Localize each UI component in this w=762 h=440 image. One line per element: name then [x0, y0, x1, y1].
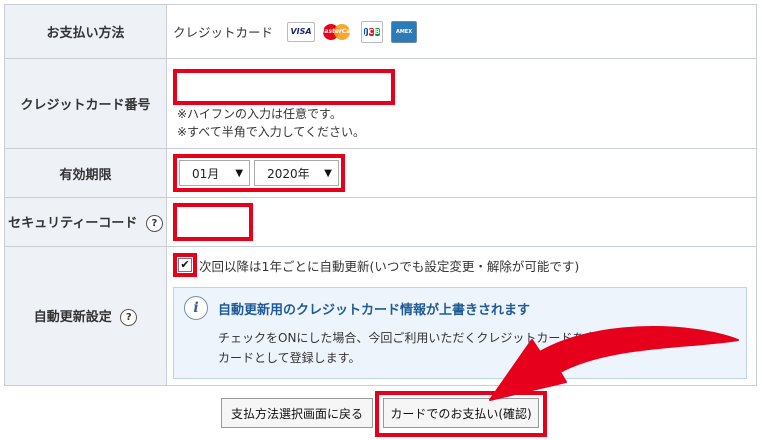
info-body-line-1: チェックをONにした場合、今回ご利用いただくクレジットカードを自動更新用のクレジ…	[218, 331, 717, 345]
info-title: 自動更新用のクレジットカード情報が上書きされます	[218, 302, 531, 318]
expiry-month-select[interactable]: 01月 ▼	[179, 160, 251, 186]
auto-renew-checkbox-highlight: ✔	[173, 253, 197, 277]
amex-logo-icon: AMEX	[391, 20, 418, 43]
value-expiry: 01月 ▼ 2020年 ▼	[166, 148, 757, 198]
row-security-code: セキュリティーコード ?	[4, 197, 757, 247]
help-icon[interactable]: ?	[145, 215, 163, 232]
value-payment-method: クレジットカード VISA MasterCard JCB AMEX	[166, 4, 757, 59]
payment-method-text: クレジットカード	[173, 25, 274, 40]
info-body: チェックをONにした場合、今回ご利用いただくクレジットカードを自動更新用のクレジ…	[218, 328, 736, 368]
visa-logo-icon: VISA	[287, 21, 316, 42]
info-header: i 自動更新用のクレジットカード情報が上書きされます	[184, 296, 736, 320]
auto-renew-checkbox[interactable]: ✔	[178, 258, 192, 272]
card-note-hyphen: ※ハイフンの入力は任意です。	[177, 106, 342, 121]
back-to-payment-select-button[interactable]: 支払方法選択画面に戻る	[221, 398, 373, 428]
label-payment-method: お支払い方法	[4, 4, 167, 59]
auto-renew-info-box: i 自動更新用のクレジットカード情報が上書きされます チェックをONにした場合、…	[173, 287, 747, 379]
label-auto-renew: 自動更新設定 ?	[4, 246, 167, 386]
auto-renew-checkbox-label[interactable]: 次回以降は1年ごとに自動更新(いつでも設定変更・解除が可能です)	[199, 256, 579, 275]
expiry-month-value: 01月	[192, 166, 220, 181]
security-code-label-text: セキュリティーコード	[8, 216, 138, 231]
dropdown-arrow-icon: ▼	[235, 167, 244, 179]
row-expiry: 有効期限 01月 ▼ 2020年 ▼	[4, 148, 757, 198]
mastercard-logo-icon: MasterCard	[318, 21, 358, 42]
expiry-year-select[interactable]: 2020年 ▼	[254, 160, 339, 186]
label-security-code: セキュリティーコード ?	[4, 197, 167, 247]
expiry-highlight: 01月 ▼ 2020年 ▼	[173, 154, 345, 192]
auto-renew-checkbox-line: ✔ 次回以降は1年ごとに自動更新(いつでも設定変更・解除が可能です)	[173, 253, 756, 277]
dropdown-arrow-icon: ▼	[324, 167, 332, 179]
auto-renew-wrap: ✔ 次回以降は1年ごとに自動更新(いつでも設定変更・解除が可能です) i 自動更…	[173, 247, 756, 379]
security-code-input[interactable]	[177, 207, 249, 237]
payment-form-table: お支払い方法 クレジットカード VISA MasterCard JCB AMEX…	[4, 4, 757, 386]
value-auto-renew: ✔ 次回以降は1年ごとに自動更新(いつでも設定変更・解除が可能です) i 自動更…	[166, 246, 757, 386]
row-auto-renew: 自動更新設定 ? ✔ 次回以降は1年ごとに自動更新(いつでも設定変更・解除が可能…	[4, 246, 757, 386]
mastercard-logo-text: MasterCard	[318, 28, 358, 35]
check-icon: ✔	[180, 258, 190, 271]
payment-method-wrap: クレジットカード VISA MasterCard JCB AMEX	[173, 20, 756, 43]
value-security-code	[166, 197, 757, 247]
card-payment-confirm-button[interactable]: カードでのお支払い(確認)	[383, 398, 539, 428]
help-icon[interactable]: ?	[120, 309, 138, 326]
card-number-input[interactable]	[177, 72, 391, 101]
label-expiry: 有効期限	[4, 148, 167, 198]
jcb-logo-icon: JCB	[361, 20, 384, 43]
security-code-highlight	[173, 203, 253, 241]
row-payment-method: お支払い方法 クレジットカード VISA MasterCard JCB AMEX	[4, 4, 757, 59]
info-icon: i	[184, 296, 208, 320]
card-number-highlight	[173, 68, 395, 105]
label-card-number: クレジットカード番号	[4, 58, 167, 149]
row-card-number: クレジットカード番号 ※ハイフンの入力は任意です。 ※すべて半角で入力してくださ…	[4, 58, 757, 149]
auto-renew-label-text: 自動更新設定	[33, 310, 112, 325]
expiry-year-value: 2020年	[267, 166, 310, 181]
card-note-halfwidth: ※すべて半角で入力してください。	[177, 124, 366, 139]
value-card-number: ※ハイフンの入力は任意です。 ※すべて半角で入力してください。	[166, 58, 757, 149]
info-body-line-2: カードとして登録します。	[218, 351, 361, 365]
